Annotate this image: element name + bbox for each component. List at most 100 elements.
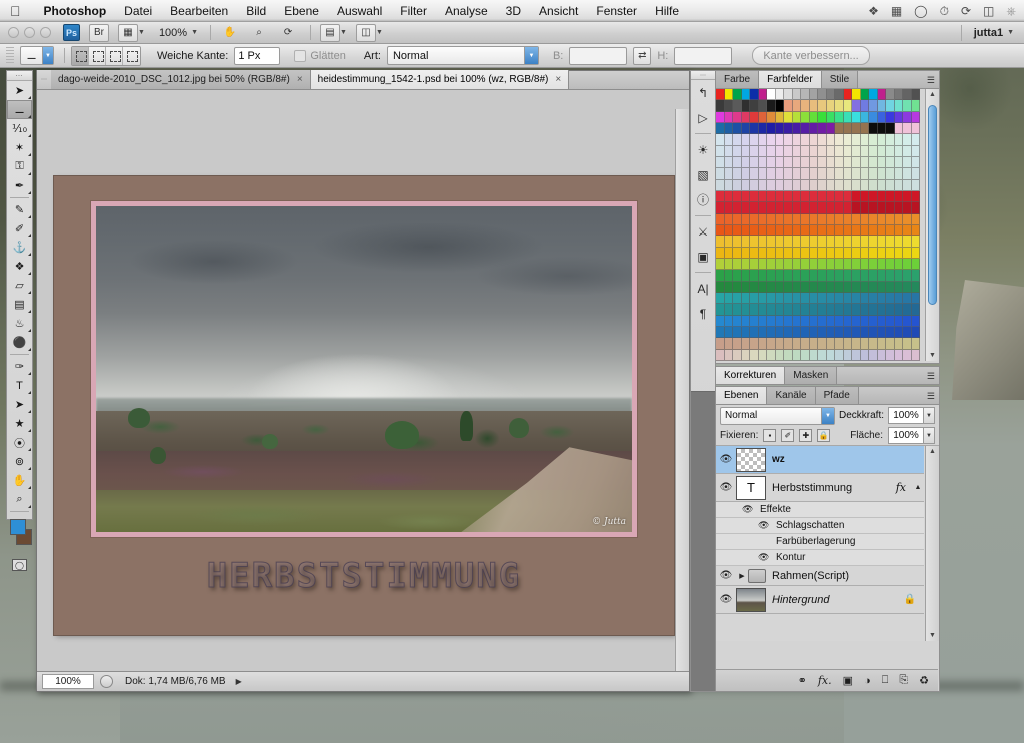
color-swatch[interactable] [767, 224, 776, 237]
menu-item-datei[interactable]: Datei [115, 0, 161, 22]
color-swatch[interactable] [843, 349, 852, 361]
color-swatch[interactable] [801, 134, 810, 146]
layer-visibility-icon[interactable]: 👁 [716, 570, 736, 581]
color-swatch[interactable] [809, 89, 818, 101]
zoom-level-select[interactable]: 100% ▼ [159, 27, 198, 39]
type-tool[interactable]: T [7, 376, 32, 395]
workspace-switcher[interactable]: jutta1 ▼ [960, 24, 1014, 41]
lock-image-pixels-button[interactable]: ✐ [781, 429, 795, 442]
proof-preview-icon[interactable] [100, 675, 113, 688]
color-swatch[interactable] [724, 326, 733, 339]
color-swatch[interactable] [801, 281, 810, 293]
color-swatch[interactable] [733, 179, 742, 191]
brush-tool[interactable]: ✐ [7, 219, 32, 238]
color-swatch[interactable] [801, 315, 810, 327]
color-swatch[interactable] [886, 145, 895, 157]
color-swatch[interactable] [750, 122, 759, 135]
color-swatch[interactable] [911, 213, 920, 225]
layer-thumbnail[interactable] [736, 587, 766, 612]
color-swatch[interactable] [767, 292, 776, 305]
color-swatch[interactable] [809, 338, 818, 350]
layers-scrollbar[interactable]: ▲ ▼ [925, 446, 939, 641]
color-swatch[interactable] [716, 304, 725, 316]
color-swatch[interactable] [784, 258, 793, 271]
color-swatch[interactable] [716, 270, 725, 282]
color-swatch[interactable] [741, 292, 750, 305]
add-layer-mask-icon[interactable]: ▣ [843, 674, 853, 687]
expand-effects-icon[interactable]: ▲ [912, 484, 924, 491]
3d-orbit-tool[interactable]: ⊚ [7, 452, 32, 471]
color-swatch[interactable] [809, 326, 818, 339]
color-swatch[interactable] [911, 315, 920, 327]
feather-input[interactable]: 1 Px [234, 46, 281, 65]
swatches-scrollbar[interactable]: ▲ ▼ [925, 89, 939, 361]
color-swatch[interactable] [809, 270, 818, 282]
close-icon[interactable]: × [555, 74, 561, 85]
color-swatch[interactable] [894, 224, 903, 237]
color-swatch[interactable] [809, 247, 818, 259]
color-swatch[interactable] [869, 270, 878, 282]
color-swatch[interactable] [869, 89, 878, 101]
color-swatch[interactable] [792, 145, 801, 157]
canvas-vertical-scrollbar[interactable] [675, 109, 689, 672]
color-swatch[interactable] [911, 338, 920, 350]
clone-stamp-tool[interactable]: ⚓ [7, 238, 32, 257]
lock-transparent-pixels-button[interactable]: ▪ [763, 429, 777, 442]
scroll-down-icon[interactable]: ▼ [929, 352, 936, 359]
color-swatch[interactable] [860, 349, 869, 361]
color-swatch[interactable] [741, 315, 750, 327]
color-swatch[interactable] [767, 168, 776, 180]
color-swatch[interactable] [775, 190, 784, 203]
color-swatch[interactable] [818, 281, 827, 293]
color-swatch[interactable] [852, 213, 861, 225]
zoom-tool-icon[interactable]: ⌕ [249, 24, 269, 42]
color-swatch[interactable] [886, 213, 895, 225]
character-icon[interactable]: A| [691, 276, 715, 301]
color-swatch[interactable] [818, 338, 827, 350]
color-swatch[interactable] [750, 247, 759, 259]
color-swatch[interactable] [852, 258, 861, 271]
color-swatch[interactable] [801, 326, 810, 339]
color-swatch[interactable] [869, 145, 878, 157]
color-swatch[interactable] [860, 89, 869, 101]
color-swatch[interactable] [869, 134, 878, 146]
bridge-button[interactable]: Br [89, 23, 109, 42]
color-swatch[interactable] [716, 349, 725, 361]
color-swatch[interactable] [767, 111, 776, 123]
color-swatch[interactable] [843, 202, 852, 214]
effects-visibility-icon[interactable]: 👁 [742, 504, 756, 515]
timemachine-icon[interactable]: ⏱ [940, 5, 949, 17]
width-input[interactable] [569, 46, 628, 65]
color-swatch[interactable] [826, 338, 835, 350]
close-icon[interactable]: × [297, 74, 303, 85]
paragraph-icon[interactable]: ¶ [691, 301, 715, 326]
color-swatch[interactable] [784, 315, 793, 327]
color-swatch[interactable] [843, 315, 852, 327]
color-swatch[interactable] [741, 258, 750, 271]
color-swatch[interactable] [843, 111, 852, 123]
color-swatch[interactable] [911, 258, 920, 271]
color-swatch[interactable] [724, 156, 733, 169]
artwork-title-text[interactable]: HERBSTSTIMMUNG [54, 556, 674, 597]
color-swatch[interactable] [741, 326, 750, 339]
layer-visibility-icon[interactable]: 👁 [716, 482, 736, 493]
color-swatch[interactable] [826, 326, 835, 339]
color-swatch[interactable] [716, 258, 725, 271]
color-swatch[interactable] [886, 304, 895, 316]
color-swatch[interactable] [716, 338, 725, 350]
window-controls[interactable] [8, 27, 51, 38]
new-selection-button[interactable] [72, 46, 89, 65]
link-layers-icon[interactable]: ⚭ [798, 674, 807, 687]
color-swatch[interactable] [784, 247, 793, 259]
color-swatch[interactable] [724, 338, 733, 350]
rotate-view-icon[interactable]: ⟳ [278, 24, 298, 42]
color-swatch[interactable] [835, 145, 844, 157]
color-swatch[interactable] [767, 236, 776, 248]
color-swatch[interactable] [886, 315, 895, 327]
color-swatch[interactable] [835, 111, 844, 123]
color-swatch[interactable] [894, 190, 903, 203]
color-swatch[interactable] [852, 224, 861, 237]
color-swatch[interactable] [818, 134, 827, 146]
color-swatch[interactable] [724, 281, 733, 293]
color-swatch[interactable] [852, 202, 861, 214]
